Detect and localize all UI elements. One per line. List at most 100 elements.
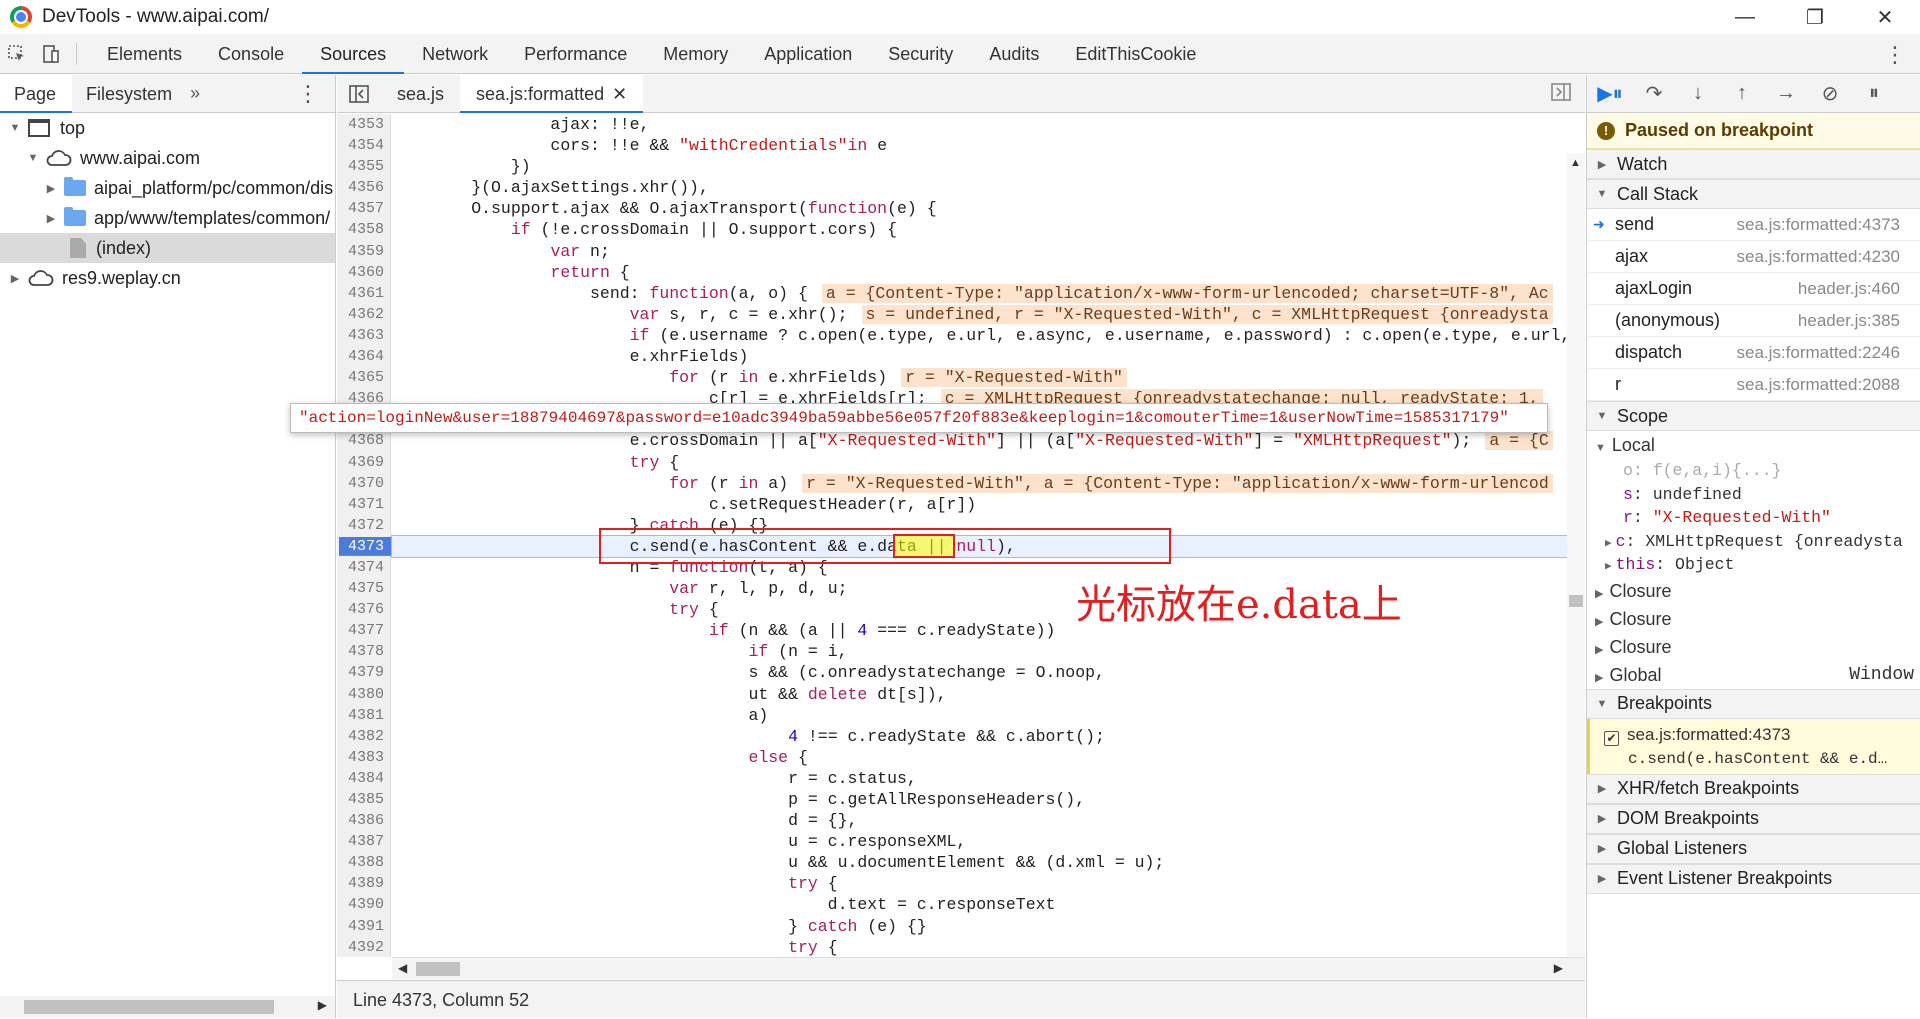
inspect-element-icon[interactable] <box>0 37 34 71</box>
scope-closure[interactable]: ▶ Closure <box>1587 605 1920 633</box>
resume-icon[interactable]: ▶⏸ <box>1597 81 1623 106</box>
call-frame[interactable]: ajaxLogin header.js:460 <box>1587 273 1920 305</box>
expanded-triangle-icon[interactable]: ▼ <box>8 122 22 134</box>
breakpoint-checkbox[interactable]: ✔ <box>1604 730 1619 746</box>
tab-memory[interactable]: Memory <box>645 34 746 74</box>
toggle-navigator-icon[interactable] <box>337 84 381 103</box>
call-frame[interactable]: (anonymous) header.js:385 <box>1587 305 1920 337</box>
line-number[interactable]: 4368 <box>337 430 390 451</box>
line-number[interactable]: 4382 <box>337 726 390 747</box>
tree-item[interactable]: ▼ www.aipai.com <box>0 143 335 173</box>
breakpoint-marker[interactable]: 4373 <box>337 536 390 557</box>
line-number[interactable]: 4365 <box>337 367 390 388</box>
line-number[interactable]: 4360 <box>337 262 390 283</box>
line-number[interactable]: 4384 <box>337 768 390 789</box>
collapsed-triangle-icon[interactable]: ▶ <box>1605 538 1612 550</box>
scroll-left-arrow-icon[interactable]: ◀ <box>398 961 407 975</box>
step-over-icon[interactable]: ↷ <box>1641 81 1667 106</box>
scope-closure[interactable]: ▶ Closure <box>1587 633 1920 661</box>
tree-item[interactable]: ▶ app/www/templates/common/ <box>0 203 335 233</box>
line-number[interactable]: 4375 <box>337 578 390 599</box>
deactivate-breakpoints-icon[interactable]: ⊘ <box>1817 81 1843 106</box>
section-xhr-breakpoints[interactable]: ▶ XHR/fetch Breakpoints <box>1587 773 1920 804</box>
scope-closure[interactable]: ▶ Closure <box>1587 577 1920 605</box>
collapsed-triangle-icon[interactable]: ▶ <box>1595 644 1603 656</box>
step-into-icon[interactable]: ↓ <box>1685 82 1711 105</box>
pause-on-exceptions-icon[interactable]: ⏸ <box>1861 82 1887 105</box>
call-frame[interactable]: dispatch sea.js:formatted:2246 <box>1587 337 1920 369</box>
section-breakpoints[interactable]: ▼ Breakpoints <box>1587 688 1920 719</box>
tree-item[interactable]: ▼ top <box>0 113 335 143</box>
call-frame[interactable]: r sea.js:formatted:2088 <box>1587 369 1920 401</box>
line-number[interactable]: 4386 <box>337 810 390 831</box>
tab-sea-js[interactable]: sea.js <box>381 75 460 113</box>
line-number[interactable]: 4392 <box>337 937 390 957</box>
scroll-right-arrow-icon[interactable]: ▶ <box>318 998 327 1012</box>
section-scope[interactable]: ▼ Scope <box>1587 401 1920 431</box>
line-number[interactable]: 4388 <box>337 852 390 873</box>
line-number[interactable]: 4356 <box>337 177 390 198</box>
scope-variable[interactable]: ▶ this: Object <box>1587 553 1920 577</box>
section-dom-breakpoints[interactable]: ▶ DOM Breakpoints <box>1587 803 1920 834</box>
line-number[interactable]: 4363 <box>337 325 390 346</box>
device-toolbar-icon[interactable] <box>34 37 68 71</box>
scope-local[interactable]: ▼ Local <box>1587 431 1920 459</box>
editor-horizontal-scrollbar[interactable]: ◀ ▶ <box>392 957 1585 979</box>
tab-performance[interactable]: Performance <box>506 34 645 74</box>
line-number[interactable]: 4383 <box>337 747 390 768</box>
line-number[interactable]: 4378 <box>337 641 390 662</box>
tab-page[interactable]: Page <box>0 74 73 113</box>
tab-audits[interactable]: Audits <box>971 34 1057 74</box>
scope-variable[interactable]: ▶ c: XMLHttpRequest {onreadysta <box>1587 530 1920 554</box>
scroll-right-arrow-icon[interactable]: ▶ <box>1554 961 1563 975</box>
minimize-button[interactable]: — <box>1710 0 1780 34</box>
line-number[interactable]: 4371 <box>337 494 390 515</box>
line-number[interactable]: 4353 <box>337 114 390 135</box>
line-number[interactable]: 4358 <box>337 219 390 240</box>
section-event-listener-breakpoints[interactable]: ▶ Event Listener Breakpoints <box>1587 863 1920 894</box>
tab-sources[interactable]: Sources <box>302 34 405 74</box>
toggle-debugger-icon[interactable] <box>1551 83 1571 106</box>
line-number[interactable]: 4354 <box>337 135 390 156</box>
close-window-button[interactable]: ✕ <box>1850 0 1920 34</box>
line-number[interactable]: 4381 <box>337 705 390 726</box>
line-number[interactable]: 4389 <box>337 873 390 894</box>
line-number[interactable]: 4391 <box>337 916 390 937</box>
scrollbar-thumb[interactable] <box>416 962 460 976</box>
collapsed-triangle-icon[interactable]: ▶ <box>44 212 58 225</box>
line-number[interactable]: 4357 <box>337 198 390 219</box>
call-frame[interactable]: send sea.js:formatted:4373 <box>1587 209 1920 241</box>
line-number[interactable]: 4377 <box>337 620 390 641</box>
collapsed-triangle-icon[interactable]: ▶ <box>1605 561 1612 573</box>
tab-filesystem[interactable]: Filesystem <box>72 75 188 113</box>
scope-variable[interactable]: s: undefined <box>1587 483 1920 507</box>
line-number[interactable]: 4361 <box>337 283 390 304</box>
tab-network[interactable]: Network <box>404 34 506 74</box>
line-number[interactable]: 4390 <box>337 894 390 915</box>
step-out-icon[interactable]: ↑ <box>1729 82 1755 105</box>
collapsed-triangle-icon[interactable]: ▶ <box>44 182 58 195</box>
line-number[interactable]: 4374 <box>337 557 390 578</box>
tab-sea-js-formatted[interactable]: sea.js:formatted ✕ <box>460 74 644 113</box>
step-icon[interactable]: → <box>1773 82 1799 105</box>
line-number[interactable]: 4376 <box>337 599 390 620</box>
line-number[interactable]: 4364 <box>337 346 390 367</box>
more-tabs-chevron-icon[interactable]: » <box>190 83 200 104</box>
customize-menu-icon[interactable]: ⋮ <box>1884 42 1906 68</box>
expanded-triangle-icon[interactable]: ▼ <box>26 152 40 164</box>
tab-application[interactable]: Application <box>746 34 870 74</box>
close-tab-icon[interactable]: ✕ <box>612 84 627 104</box>
scroll-up-arrow-icon[interactable]: ▲ <box>1570 157 1581 169</box>
section-global-listeners[interactable]: ▶ Global Listeners <box>1587 833 1920 864</box>
line-number-gutter[interactable]: 4353 4354 4355 4356 4357 4358 4359 4360 4361 4362… <box>337 114 391 957</box>
scrollbar-thumb[interactable] <box>1569 595 1583 607</box>
navigator-horizontal-scrollbar[interactable]: ▶ <box>0 996 335 1018</box>
tree-item[interactable]: (index) <box>0 233 335 263</box>
line-number[interactable]: 4369 <box>337 452 390 473</box>
tab-elements[interactable]: Elements <box>89 34 200 74</box>
collapsed-triangle-icon[interactable]: ▶ <box>1595 588 1603 600</box>
section-call-stack[interactable]: ▼ Call Stack <box>1587 179 1920 209</box>
line-number[interactable]: 4355 <box>337 156 390 177</box>
collapsed-triangle-icon[interactable]: ▶ <box>1595 616 1603 628</box>
line-number[interactable]: 4359 <box>337 241 390 262</box>
